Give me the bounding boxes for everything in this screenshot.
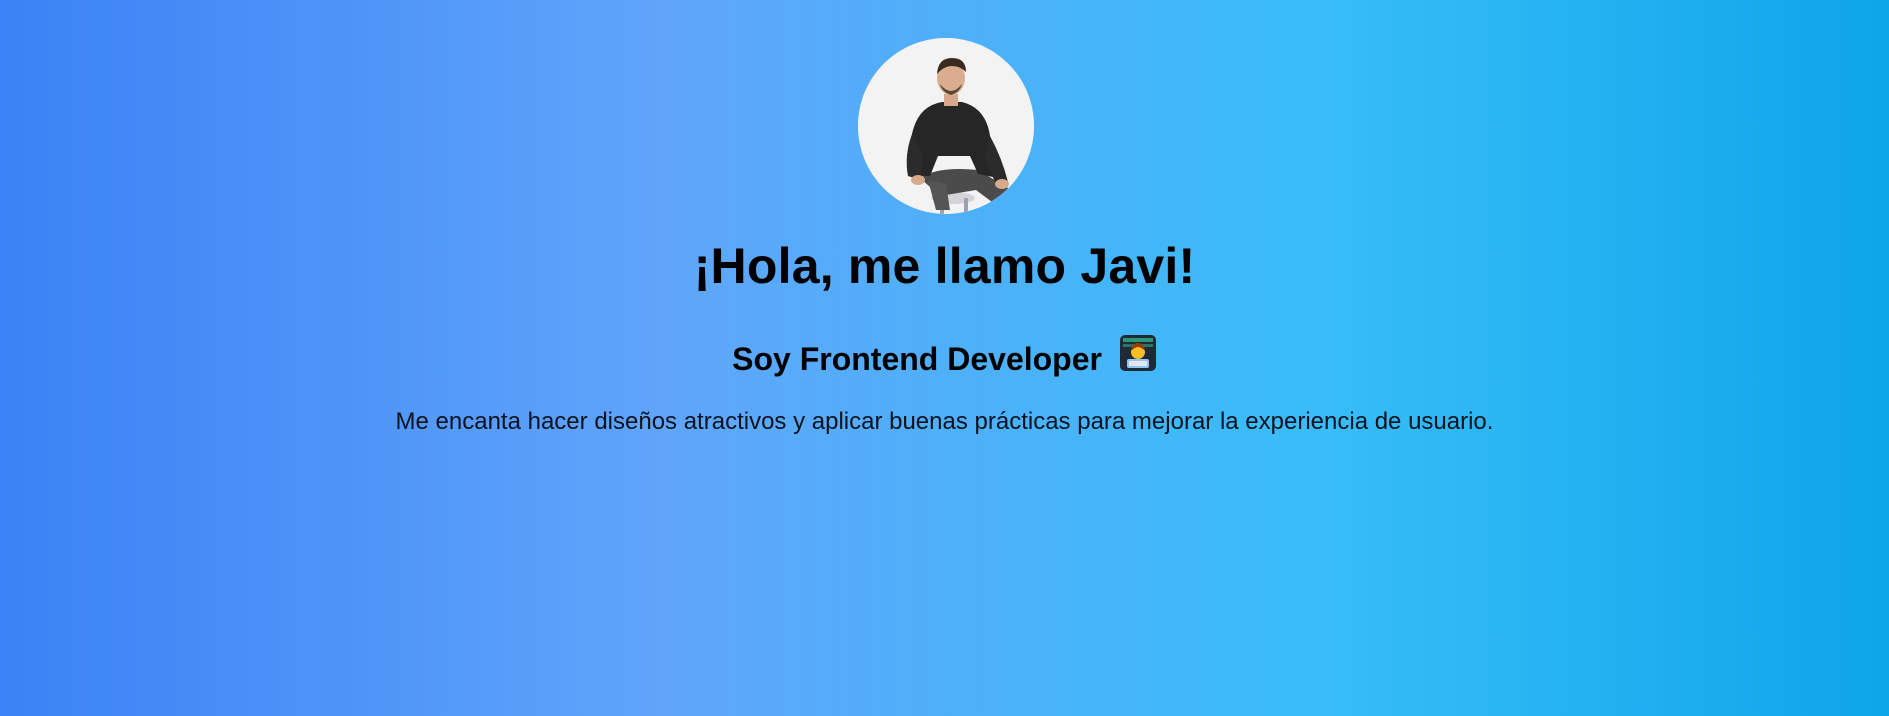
hero-section: ¡Hola, me llamo Javi! Soy Frontend Devel… xyxy=(0,0,1889,716)
profile-photo xyxy=(858,38,1034,214)
technologist-icon xyxy=(1119,334,1157,383)
description: Me encanta hacer diseños atractivos y ap… xyxy=(395,408,1494,435)
subtitle: Soy Frontend Developer xyxy=(0,334,1889,386)
page-title: ¡Hola, me llamo Javi! xyxy=(693,238,1196,294)
subtitle-text: Soy Frontend Developer xyxy=(732,341,1102,377)
avatar xyxy=(858,38,1034,214)
